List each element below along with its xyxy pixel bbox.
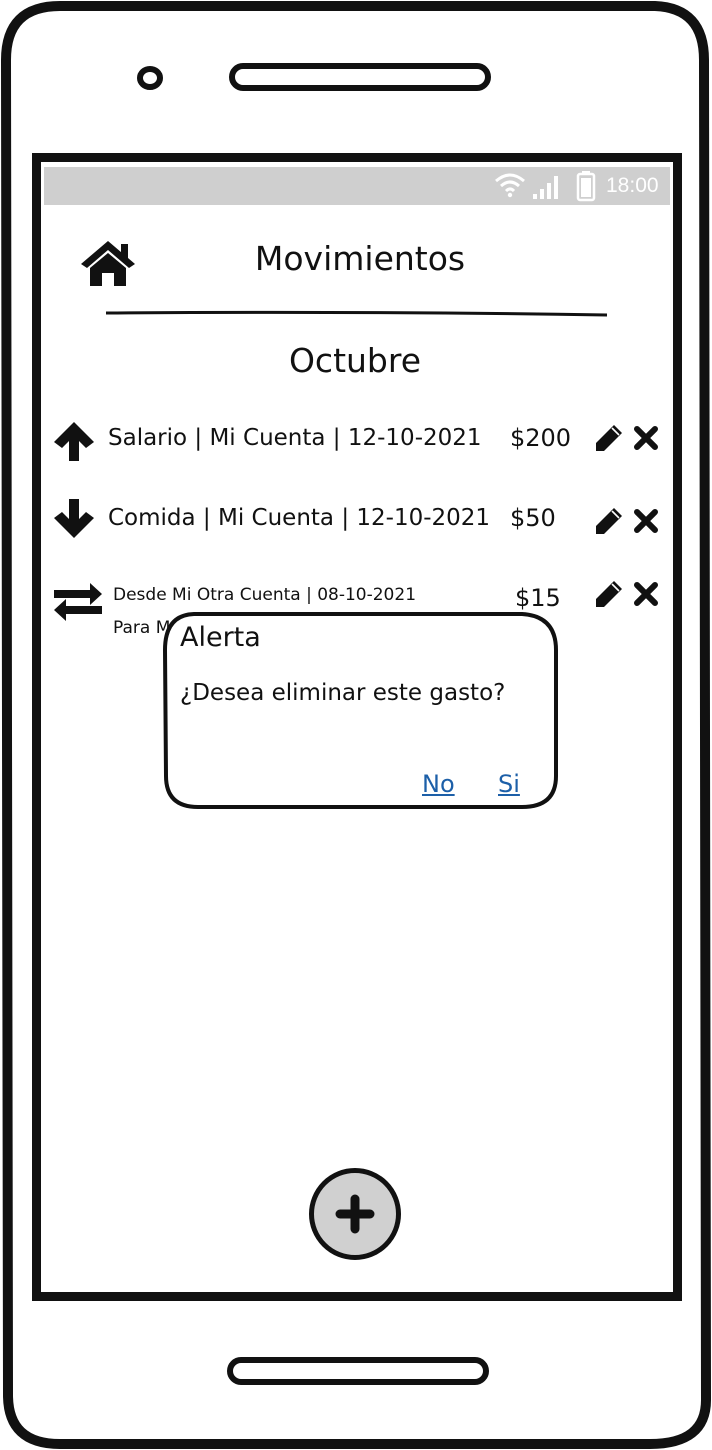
movement-amount: $200 (510, 424, 572, 452)
battery-icon (576, 171, 596, 202)
movement-amount: $50 (510, 504, 556, 532)
front-camera (137, 66, 163, 90)
header-divider (105, 310, 608, 317)
close-icon[interactable] (633, 425, 659, 451)
status-time: 18:00 (606, 174, 659, 197)
signal-icon (533, 176, 558, 199)
no-button[interactable]: No (422, 769, 455, 799)
movement-description: Salario | Mi Cuenta | 12-10-2021 (108, 425, 482, 451)
movement-description: Comida | Mi Cuenta | 12-10-2021 (108, 505, 491, 531)
dialog-message: ¿Desea eliminar este gasto? (180, 680, 506, 706)
plus-icon (335, 1194, 375, 1234)
home-icon[interactable] (78, 238, 138, 288)
arrow-up-icon (54, 422, 94, 461)
add-movement-button[interactable] (309, 1168, 401, 1260)
pencil-icon[interactable] (594, 506, 624, 536)
month-heading: Octubre (288, 341, 422, 380)
transfer-icon (54, 583, 102, 621)
movement-amount: $15 (515, 584, 561, 612)
close-icon[interactable] (633, 581, 659, 607)
home-button-bar (227, 1357, 489, 1385)
pencil-icon[interactable] (594, 579, 624, 609)
arrow-down-icon (54, 499, 94, 538)
movement-from-line: Desde Mi Otra Cuenta | 08-10-2021 (113, 585, 417, 605)
dialog-title: Alerta (180, 622, 261, 653)
earpiece-speaker (229, 63, 491, 91)
yes-button[interactable]: Si (498, 769, 520, 799)
pencil-icon[interactable] (594, 423, 624, 453)
page-title: Movimientos (254, 239, 466, 278)
close-icon[interactable] (633, 508, 659, 534)
wifi-icon (495, 173, 525, 198)
